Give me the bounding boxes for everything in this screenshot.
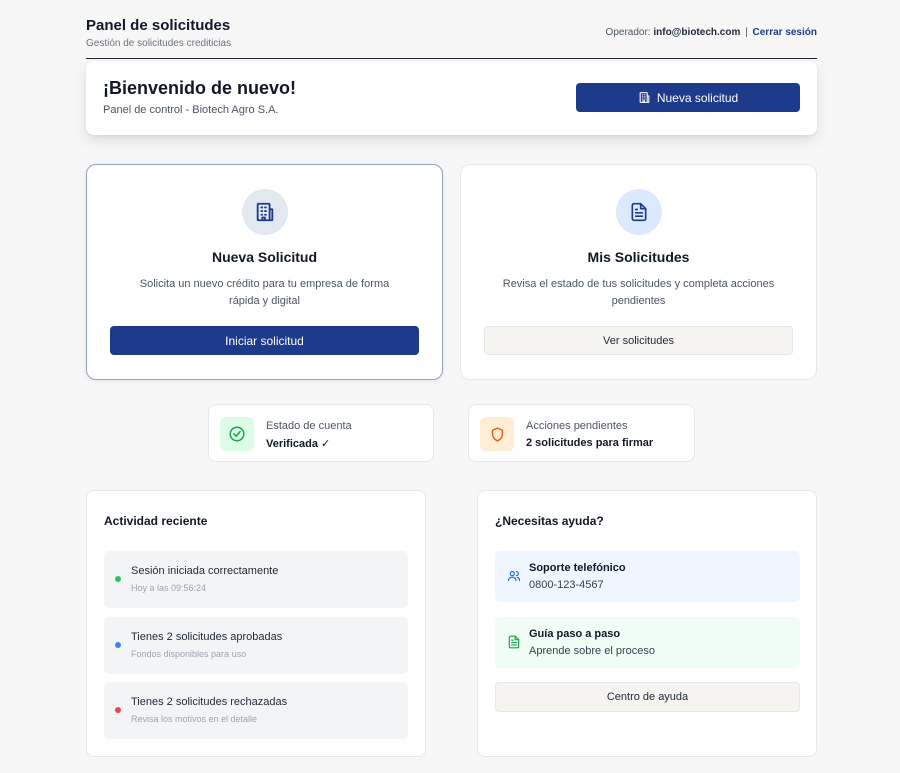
view-requests-button[interactable]: Ver solicitudes <box>484 326 793 355</box>
start-request-button[interactable]: Iniciar solicitud <box>110 326 419 355</box>
recent-activity-panel: Actividad reciente Sesión iniciada corre… <box>86 490 426 757</box>
card-icon-circle <box>241 189 288 235</box>
operator-email: info@biotech.com <box>653 27 741 38</box>
welcome-title: ¡Bienvenido de nuevo! <box>103 78 297 98</box>
help-center-button[interactable]: Centro de ayuda <box>495 682 800 712</box>
page-title: Panel de solicitudes <box>86 17 231 34</box>
document-icon <box>631 202 646 222</box>
operator-label: Operador: <box>605 27 651 38</box>
status-icon-box <box>480 417 514 451</box>
card-icon-circle <box>615 189 662 235</box>
welcome-card: ¡Bienvenido de nuevo! Panel de control -… <box>86 61 817 135</box>
new-request-card[interactable]: Nueva Solicitud Solicita un nuevo crédit… <box>86 164 443 380</box>
status-value: 2 solicitudes para firmar <box>526 437 654 449</box>
help-item-title: Guía paso a paso <box>529 628 621 640</box>
help-item-detail: Aprende sobre el proceso <box>529 645 655 657</box>
activity-detail: Fondos disponibles para uso <box>131 649 247 659</box>
activity-text: Tienes 2 solicitudes aprobadas <box>131 631 283 643</box>
status-label: Estado de cuenta <box>266 420 352 432</box>
card-title: Mis Solicitudes <box>587 249 690 265</box>
operator-info: Operador: info@biotech.com | Cerrar sesi… <box>606 27 817 38</box>
panel-title: Actividad reciente <box>104 514 208 528</box>
activity-detail: Revisa los motivos en el detalle <box>131 714 258 724</box>
phone-support-item[interactable]: Soporte telefónico 0800-123-4567 <box>495 551 800 602</box>
activity-item: Sesión iniciada correctamente Hoy a las … <box>104 551 408 608</box>
logout-link[interactable]: Cerrar sesión <box>753 27 817 38</box>
guide-item[interactable]: Guía paso a paso Aprende sobre el proces… <box>495 617 800 668</box>
activity-text: Sesión iniciada correctamente <box>131 565 279 577</box>
building-icon <box>639 92 650 103</box>
activity-text: Tienes 2 solicitudes rechazadas <box>131 696 288 708</box>
help-item-detail: 0800-123-4567 <box>529 579 604 591</box>
status-dot <box>115 707 121 713</box>
my-requests-card[interactable]: Mis Solicitudes Revisa el estado de tus … <box>460 164 817 380</box>
welcome-subtitle: Panel de control - Biotech Agro S.A. <box>103 104 279 116</box>
document-icon <box>508 635 520 649</box>
status-dot <box>115 642 121 648</box>
check-circle-icon <box>229 426 245 442</box>
account-status-card: Estado de cuenta Verificada ✓ <box>208 404 434 462</box>
shield-icon <box>491 426 503 442</box>
page-header: Panel de solicitudes Gestión de solicitu… <box>86 0 817 59</box>
pending-actions-card[interactable]: Acciones pendientes 2 solicitudes para f… <box>468 404 695 462</box>
status-label: Acciones pendientes <box>526 420 628 432</box>
status-dot <box>115 576 121 582</box>
status-value: Verificada ✓ <box>266 438 331 450</box>
activity-item: Tienes 2 solicitudes aprobadas Fondos di… <box>104 617 408 674</box>
status-icon-box <box>220 417 254 451</box>
activity-detail: Hoy a las 09:56:24 <box>131 583 207 593</box>
card-description: Revisa el estado de tus solicitudes y co… <box>502 278 775 307</box>
new-request-button[interactable]: Nueva solicitud <box>576 83 800 112</box>
new-request-button-label: Nueva solicitud <box>656 90 739 105</box>
card-title: Nueva Solicitud <box>211 249 318 265</box>
page-subtitle: Gestión de solicitudes crediticias <box>86 38 232 49</box>
users-icon <box>507 571 521 582</box>
page: Panel de solicitudes Gestión de solicitu… <box>86 0 817 757</box>
panel-title: ¿Necesitas ayuda? <box>495 514 604 528</box>
card-description: Solicita un nuevo crédito para tu empres… <box>139 278 390 307</box>
help-item-title: Soporte telefónico <box>529 562 626 574</box>
separator: | <box>745 27 748 38</box>
help-panel: ¿Necesitas ayuda? Soporte telefónico 080… <box>477 490 817 757</box>
building-icon <box>256 202 273 222</box>
activity-item: Tienes 2 solicitudes rechazadas Revisa l… <box>104 682 408 739</box>
